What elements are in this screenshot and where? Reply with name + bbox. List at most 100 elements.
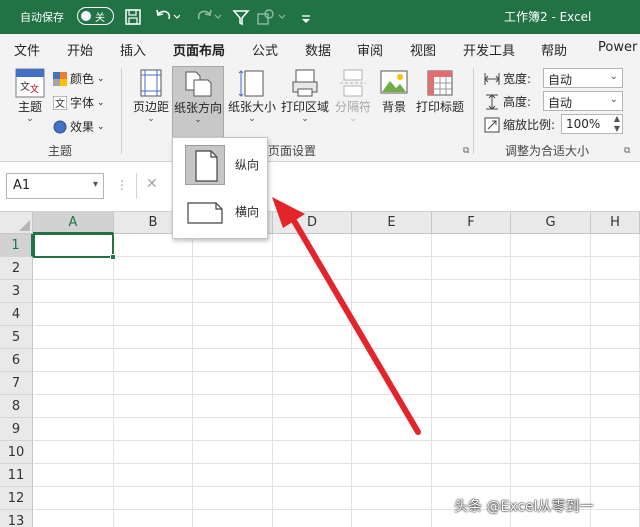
cell-e6[interactable] (352, 349, 432, 372)
row-header-5[interactable]: 5 (0, 326, 33, 349)
row-header-1[interactable]: 1 (0, 234, 33, 257)
breaks-button[interactable]: 分隔符 ⌄ (333, 68, 373, 124)
cell-e3[interactable] (352, 280, 432, 303)
column-header-a[interactable]: A (33, 212, 114, 234)
cell-d4[interactable] (273, 303, 352, 326)
name-box[interactable]: A1 ▾ (6, 173, 104, 199)
cell-h10[interactable] (591, 441, 640, 464)
effects-button[interactable]: 效果 ⌄ (53, 118, 105, 135)
cell-d7[interactable] (273, 372, 352, 395)
scale-spinner[interactable]: 100% ▲ ▼ (561, 114, 623, 134)
landscape-option[interactable]: 横向 (177, 190, 263, 234)
cell-d2[interactable] (273, 257, 352, 280)
column-header-d[interactable]: D (273, 212, 352, 234)
cell-f1[interactable] (432, 234, 511, 257)
cell-h3[interactable] (591, 280, 640, 303)
cell-f2[interactable] (432, 257, 511, 280)
cell-b10[interactable] (114, 441, 193, 464)
cell-c10[interactable] (193, 441, 273, 464)
row-header-11[interactable]: 11 (0, 464, 33, 487)
cell-g7[interactable] (511, 372, 591, 395)
cell-a6[interactable] (33, 349, 114, 372)
cell-e8[interactable] (352, 395, 432, 418)
cell-f3[interactable] (432, 280, 511, 303)
cell-e10[interactable] (352, 441, 432, 464)
cell-f8[interactable] (432, 395, 511, 418)
tab-data[interactable]: 数据 (305, 40, 331, 59)
cell-d8[interactable] (273, 395, 352, 418)
cell-c4[interactable] (193, 303, 273, 326)
cell-b9[interactable] (114, 418, 193, 441)
cell-g9[interactable] (511, 418, 591, 441)
cell-h11[interactable] (591, 464, 640, 487)
cell-d12[interactable] (273, 487, 352, 510)
tab-power[interactable]: Power (598, 40, 637, 55)
dialog-launcher-icon[interactable]: ⧉ (463, 146, 469, 156)
cell-b7[interactable] (114, 372, 193, 395)
background-button[interactable]: 背景 (375, 68, 413, 115)
cell-c7[interactable] (193, 372, 273, 395)
cell-b5[interactable] (114, 326, 193, 349)
cell-g6[interactable] (511, 349, 591, 372)
cell-g2[interactable] (511, 257, 591, 280)
column-header-f[interactable]: F (432, 212, 511, 234)
select-all-corner[interactable] (0, 212, 33, 234)
cell-f10[interactable] (432, 441, 511, 464)
colors-button[interactable]: 颜色 ⌄ (53, 70, 105, 87)
undo-icon[interactable] (154, 6, 180, 28)
cell-a5[interactable] (33, 326, 114, 349)
redo-icon[interactable] (196, 6, 222, 28)
cell-g3[interactable] (511, 280, 591, 303)
cell-f9[interactable] (432, 418, 511, 441)
cell-a7[interactable] (33, 372, 114, 395)
cell-h1[interactable] (591, 234, 640, 257)
spinner-arrows-icon[interactable]: ▲ ▼ (614, 114, 620, 134)
cell-h13[interactable] (591, 510, 640, 527)
cell-e4[interactable] (352, 303, 432, 326)
more-options-icon[interactable]: ⋮ (116, 178, 128, 192)
row-header-10[interactable]: 10 (0, 441, 33, 464)
cell-h6[interactable] (591, 349, 640, 372)
row-header-4[interactable]: 4 (0, 303, 33, 326)
cell-a11[interactable] (33, 464, 114, 487)
tab-file[interactable]: 文件 (14, 40, 40, 59)
cell-c3[interactable] (193, 280, 273, 303)
cell-h5[interactable] (591, 326, 640, 349)
fill-handle[interactable] (110, 254, 116, 260)
column-header-g[interactable]: G (511, 212, 591, 234)
cell-f11[interactable] (432, 464, 511, 487)
cell-f5[interactable] (432, 326, 511, 349)
cell-a2[interactable] (33, 257, 114, 280)
cell-h8[interactable] (591, 395, 640, 418)
cancel-icon[interactable]: ✕ (146, 176, 158, 192)
filter-icon[interactable] (232, 6, 250, 28)
cell-h2[interactable] (591, 257, 640, 280)
cell-g8[interactable] (511, 395, 591, 418)
size-button[interactable]: 纸张大小 ⌄ (226, 68, 278, 124)
cell-f4[interactable] (432, 303, 511, 326)
tab-developer[interactable]: 开发工具 (463, 40, 515, 59)
save-icon[interactable] (124, 6, 142, 28)
cell-h12[interactable] (591, 487, 640, 510)
cell-h7[interactable] (591, 372, 640, 395)
cell-b13[interactable] (114, 510, 193, 527)
cell-a12[interactable] (33, 487, 114, 510)
cell-g5[interactable] (511, 326, 591, 349)
row-header-8[interactable]: 8 (0, 395, 33, 418)
cell-b6[interactable] (114, 349, 193, 372)
cell-d1[interactable] (273, 234, 352, 257)
margins-button[interactable]: 页边距 ⌄ (130, 68, 172, 124)
cell-e11[interactable] (352, 464, 432, 487)
cell-d10[interactable] (273, 441, 352, 464)
cell-f7[interactable] (432, 372, 511, 395)
cell-h4[interactable] (591, 303, 640, 326)
tab-review[interactable]: 审阅 (357, 40, 383, 59)
cell-b12[interactable] (114, 487, 193, 510)
cell-c8[interactable] (193, 395, 273, 418)
cell-a10[interactable] (33, 441, 114, 464)
cell-d3[interactable] (273, 280, 352, 303)
portrait-option[interactable]: 纵向 (177, 143, 263, 187)
cell-d13[interactable] (273, 510, 352, 527)
cell-d6[interactable] (273, 349, 352, 372)
cell-g10[interactable] (511, 441, 591, 464)
